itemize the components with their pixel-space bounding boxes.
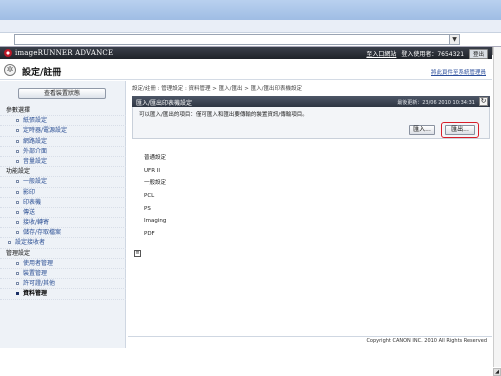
panel-header: 匯入/匯出印表機設定 最後更新：23/06 2010 10:34:31 ↻ xyxy=(132,96,490,107)
sidebar-item[interactable]: 影印 xyxy=(0,188,126,198)
sidebar-item-label: 網路設定 xyxy=(23,137,48,145)
view-device-status-button[interactable]: 查看裝置狀態 xyxy=(18,88,106,99)
sidebar-item-label: 資料管理 xyxy=(23,290,48,298)
bullet-icon xyxy=(16,210,19,214)
import-button[interactable]: 匯入... xyxy=(409,125,435,135)
sidebar-item-label: 參數選擇 xyxy=(6,107,31,114)
browser-titlebar xyxy=(0,0,501,20)
expand-icon[interactable]: ≡ xyxy=(134,250,141,257)
sidebar-item[interactable]: 印表機 xyxy=(0,198,126,208)
sidebar-item-label: 功能設定 xyxy=(6,168,31,176)
brand-name: imageRUNNER ADVANCE xyxy=(15,49,114,57)
breadcrumb: 設定/註冊 : 管理設定 : 資料管理 > 匯入/匯出 > 匯入/匯出印表機設定 xyxy=(132,86,302,92)
main-content: 設定/註冊 : 管理設定 : 資料管理 > 匯入/匯出 > 匯入/匯出印表機設定… xyxy=(130,81,492,348)
sidebar-item[interactable]: 紙張設定 xyxy=(0,116,126,127)
sidebar-item[interactable]: 一般設定 xyxy=(0,177,126,188)
settings-item-list: 普通設定 UFR II 一般設定 PCL PS Imaging PDF xyxy=(144,152,166,241)
settings-gear-icon: ✲ xyxy=(4,64,16,76)
sidebar-item-label: 音量設定 xyxy=(23,157,48,165)
bullet-icon xyxy=(16,292,19,296)
resize-grip-icon[interactable]: ◢ xyxy=(493,368,501,376)
sidebar-item-label: 印表機 xyxy=(23,198,42,206)
sidebar-item: 功能設定 xyxy=(0,167,126,178)
bullet-icon xyxy=(16,200,19,204)
sidebar-item-label: 紙張設定 xyxy=(23,117,48,125)
sidebar-item[interactable]: 傳送 xyxy=(0,208,126,219)
panel-description: 可以匯入/匯出的項目：僅可匯入和匯出要傳輸的裝置資訊/傳輸項目。 xyxy=(139,112,308,118)
sidebar-item-label: 外部介面 xyxy=(23,147,48,155)
brand-bar: imageRUNNER ADVANCE 至入口網站 登入使用者：7654321 … xyxy=(0,47,492,59)
login-user-label: 登入使用者：7654321 xyxy=(401,51,465,58)
settings-item: Imaging xyxy=(144,218,167,225)
settings-item: PDF xyxy=(144,231,155,238)
sidebar-item: 參數選擇 xyxy=(0,106,126,117)
sidebar: 查看裝置狀態 參數選擇紙張設定定時器/電源設定 網路設定外部介面音量設定功能設定一… xyxy=(0,81,126,348)
page-title: 設定/註冊 xyxy=(22,68,62,78)
sidebar-item[interactable]: 許可證/其他 xyxy=(0,279,126,290)
bullet-icon xyxy=(8,241,11,245)
settings-item: PCL xyxy=(144,193,155,200)
sidebar-item-label: 接收/轉寄 xyxy=(23,219,50,227)
sidebar-item-label: 設定接收者 xyxy=(15,239,46,247)
email-admin-link[interactable]: 將此頁件至系統管理員 xyxy=(431,68,486,76)
sidebar-item: 管理設定 xyxy=(0,249,126,259)
sidebar-item[interactable]: 音量設定 xyxy=(0,157,126,168)
sidebar-item[interactable]: 使用者管理 xyxy=(0,259,126,269)
address-bar[interactable]: ▼ xyxy=(14,34,460,45)
bullet-icon xyxy=(16,180,19,184)
bullet-icon xyxy=(16,159,19,163)
bullet-icon xyxy=(16,282,19,286)
bullet-icon xyxy=(16,261,19,265)
bullet-icon xyxy=(16,190,19,194)
sidebar-item[interactable]: 接收/轉寄 xyxy=(0,218,126,229)
sidebar-item-label: 定時器/電源設定 xyxy=(23,127,68,135)
bullet-icon xyxy=(16,231,19,235)
sidebar-item-label: 影印 xyxy=(23,188,36,196)
export-highlight-box xyxy=(441,122,479,138)
bullet-icon xyxy=(16,272,19,275)
sidebar-item[interactable]: 資料管理 xyxy=(0,289,126,300)
panel-title: 匯入/匯出印表機設定 xyxy=(136,100,193,107)
settings-item: 普通設定 xyxy=(144,155,167,161)
sidebar-item[interactable]: 設定接收者 xyxy=(0,238,126,249)
sidebar-item[interactable]: 裝置管理 xyxy=(0,269,126,280)
sidebar-item[interactable]: 網路設定 xyxy=(0,137,126,147)
sidebar-item-label: 使用者管理 xyxy=(23,259,54,267)
header-user-area: 至入口網站 登入使用者：7654321 登出 xyxy=(366,49,488,59)
sidebar-item-label: 一般設定 xyxy=(23,178,48,186)
sidebar-item[interactable]: 外部介面 xyxy=(0,147,126,157)
canon-logo-icon xyxy=(4,49,12,57)
chevron-down-icon[interactable]: ▼ xyxy=(449,35,459,44)
sidebar-item-label: 許可證/其他 xyxy=(23,280,56,288)
sidebar-item[interactable]: 定時器/電源設定 xyxy=(0,126,126,137)
browser-toolbar xyxy=(0,20,501,33)
logout-button[interactable]: 登出 xyxy=(468,49,488,59)
portal-link[interactable]: 至入口網站 xyxy=(366,51,396,58)
sidebar-item[interactable]: 儲存/存取檔案 xyxy=(0,228,126,239)
page-titlebar: ✲ 設定/註冊 將此頁件至系統管理員 xyxy=(0,60,492,80)
sidebar-item-label: 裝置管理 xyxy=(23,270,48,277)
sidebar-nav: 參數選擇紙張設定定時器/電源設定 網路設定外部介面音量設定功能設定一般設定影印印表… xyxy=(0,106,126,300)
settings-item: UFR II xyxy=(144,167,161,174)
footer-divider xyxy=(128,336,492,337)
bullet-icon xyxy=(16,139,19,143)
bullet-icon xyxy=(16,129,19,133)
sidebar-item-label: 管理設定 xyxy=(6,249,31,257)
last-updated: 最後更新：23/06 2010 10:34:31 xyxy=(397,99,475,106)
sidebar-item-label: 儲存/存取檔案 xyxy=(23,229,62,237)
vertical-scrollbar[interactable] xyxy=(493,47,501,367)
bullet-icon xyxy=(16,119,19,123)
settings-item: PS xyxy=(144,205,151,212)
bullet-icon xyxy=(16,221,19,225)
panel-body: 可以匯入/匯出的項目：僅可匯入和匯出要傳輸的裝置資訊/傳輸項目。 匯入... 匯… xyxy=(132,107,490,139)
bullet-icon xyxy=(16,149,19,153)
refresh-icon[interactable]: ↻ xyxy=(479,97,488,106)
sidebar-item-label: 傳送 xyxy=(23,208,36,216)
settings-item: 一般設定 xyxy=(144,180,167,187)
copyright: Copyright CANON INC. 2010 All Rights Res… xyxy=(366,338,487,344)
